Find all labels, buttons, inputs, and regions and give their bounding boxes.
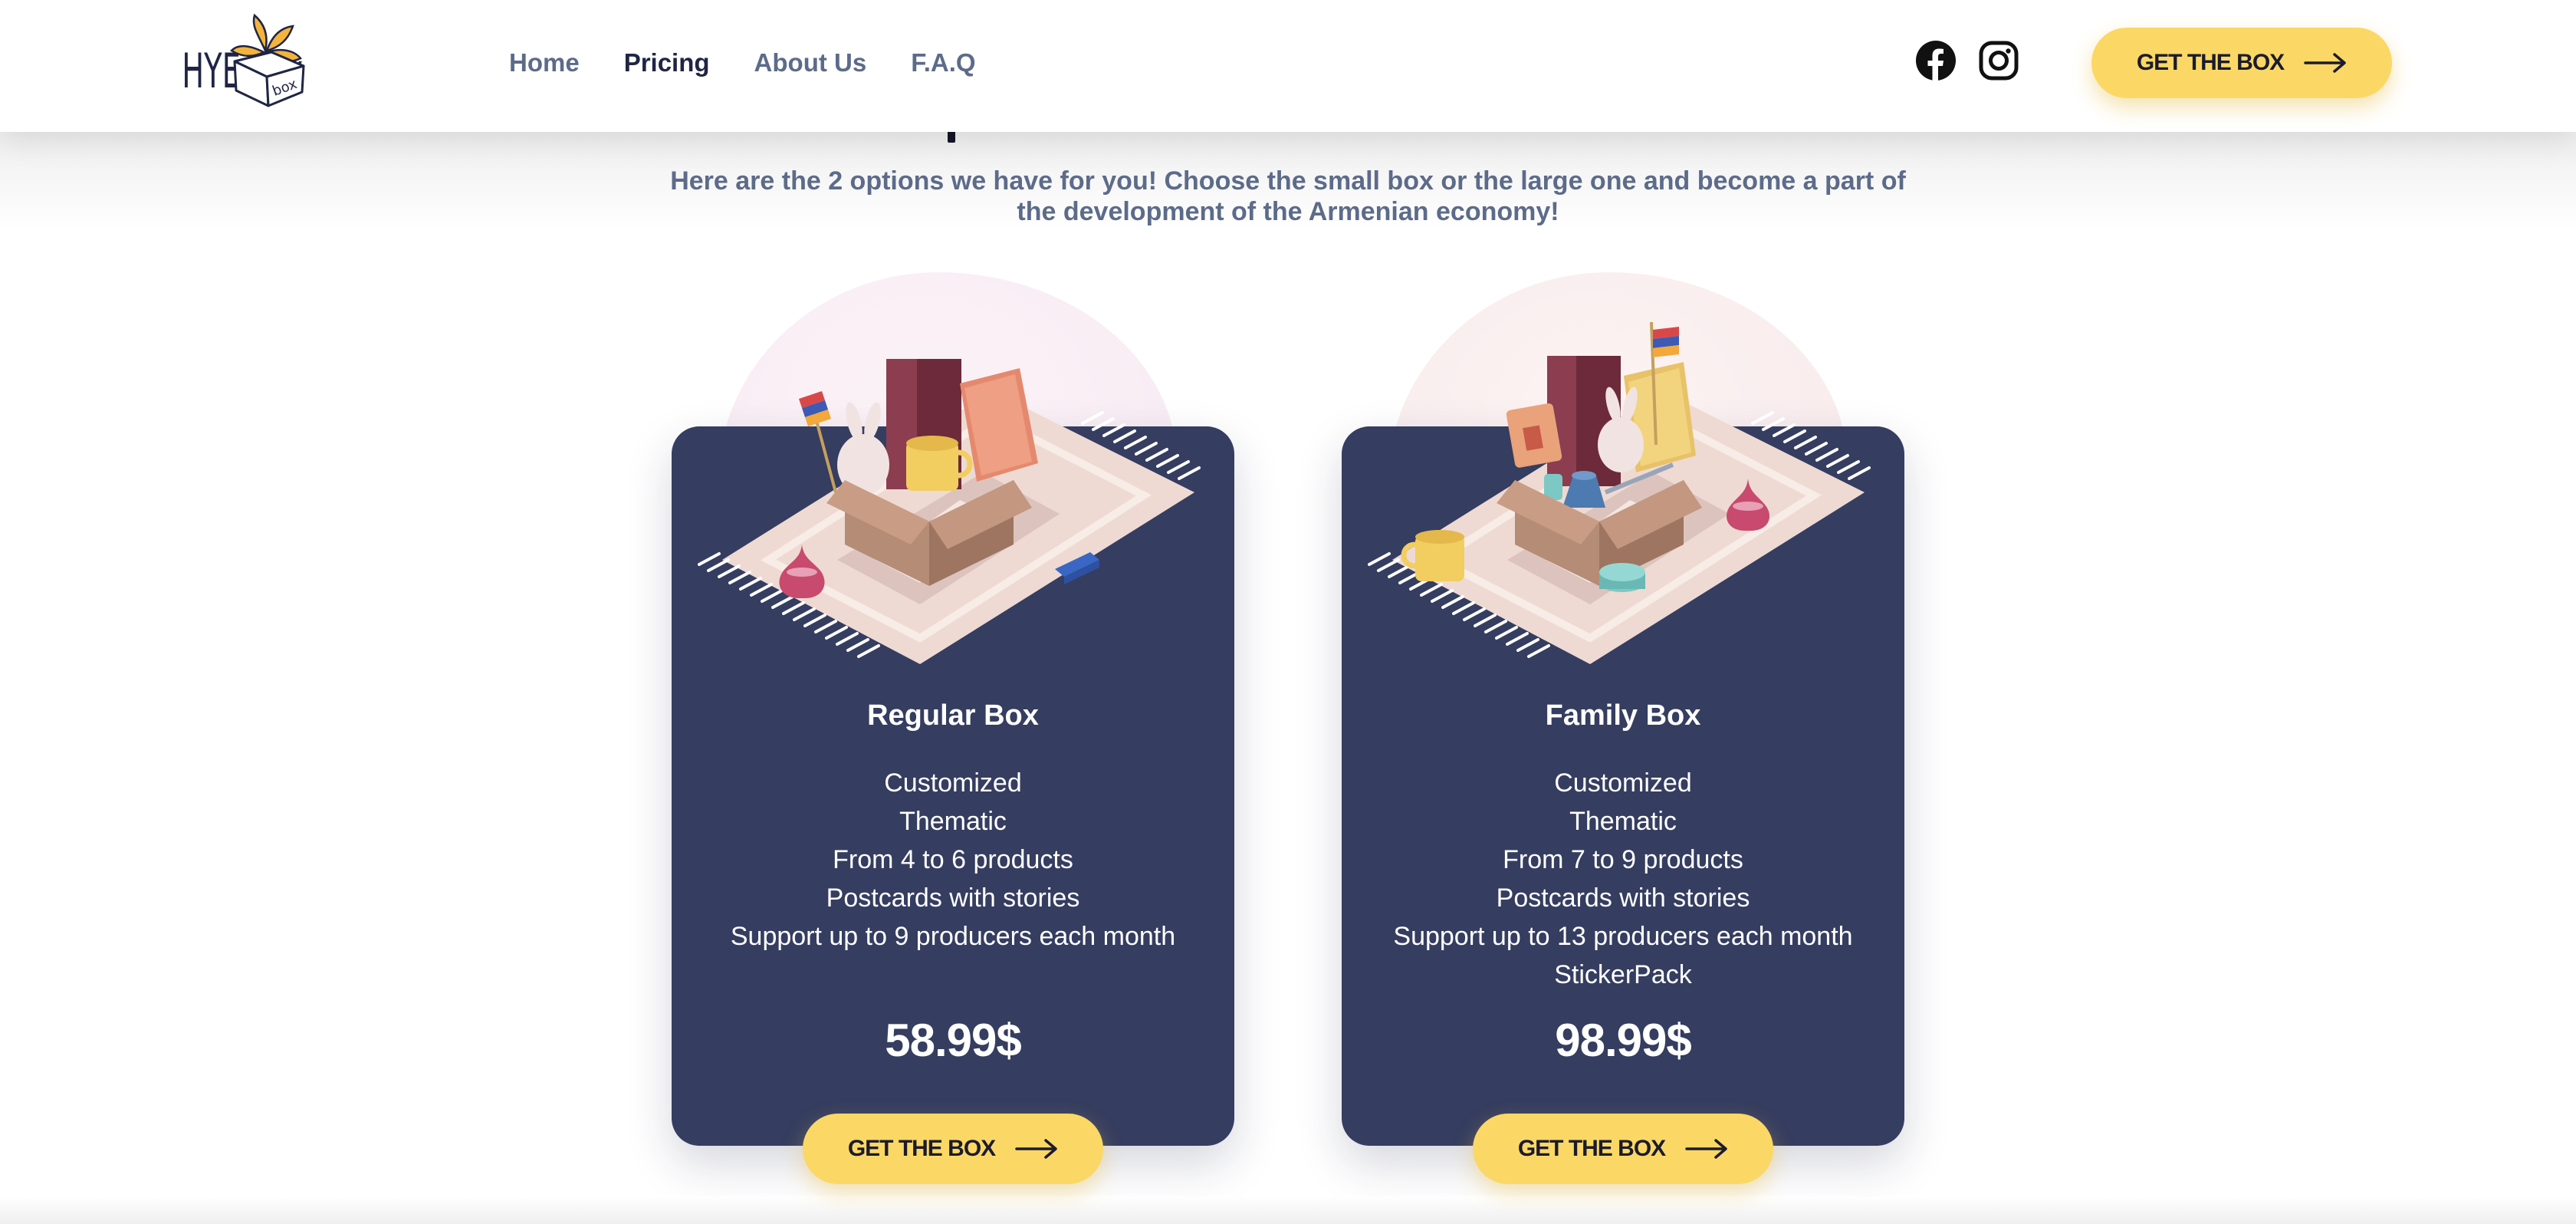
plan-feature: Thematic [1569,807,1677,836]
main-nav: Home Pricing About Us F.A.Q [509,44,976,81]
plan-price: 58.99$ [885,1015,1022,1066]
intro-line-2: the development of the Armenian economy! [1017,197,1559,226]
site-header: HYE box box Home Pricing About Us F.A.Q … [0,0,2576,132]
pricing-intro: Here are the 2 options we have for you! … [613,166,1963,227]
plan-feature-list: Customized Thematic From 4 to 6 products… [672,764,1234,956]
instagram-icon[interactable] [1978,40,2019,81]
family-box-get-the-box-button[interactable]: GET THE BOX [1473,1114,1773,1184]
header-get-the-box-button[interactable]: GET THE BOX [2091,28,2392,98]
plan-feature: Support up to 9 producers each month [730,922,1176,951]
family-box-illustration [1368,321,1871,664]
plan-title: Regular Box [867,699,1039,732]
plan-feature: Customized [884,768,1022,798]
nav-pricing[interactable]: Pricing [624,44,710,81]
plan-feature: Thematic [899,807,1007,836]
section-bottom-fade [0,1196,2576,1224]
regular-cta-label: GET THE BOX [847,1136,996,1161]
plan-feature: Postcards with stories [1496,883,1750,913]
plan-feature-list: Customized Thematic From 7 to 9 products… [1342,764,1904,994]
plan-title: Family Box [1545,699,1701,732]
family-cta-label: GET THE BOX [1517,1136,1666,1161]
facebook-icon[interactable] [1915,40,1957,81]
regular-box-get-the-box-button[interactable]: GET THE BOX [803,1114,1103,1184]
plan-feature: Customized [1554,768,1692,798]
plan-feature: From 7 to 9 products [1503,845,1743,874]
plan-feature: StickerPack [1554,960,1692,989]
plan-price: 98.99$ [1555,1015,1692,1066]
arrow-right-icon [1685,1139,1727,1159]
arrow-right-icon [2304,53,2346,73]
arrow-right-icon [1015,1139,1057,1159]
hye-box-logo[interactable]: HYE box box [181,11,310,109]
plan-feature: Postcards with stories [826,883,1080,913]
plan-feature: Support up to 13 producers each month [1393,922,1853,951]
nav-home[interactable]: Home [509,44,580,81]
header-cta-label: GET THE BOX [2136,50,2285,75]
regular-box-illustration [698,359,1201,664]
intro-line-1: Here are the 2 options we have for you! … [670,166,1906,196]
plan-feature: From 4 to 6 products [833,845,1073,874]
nav-about-us[interactable]: About Us [754,44,867,81]
nav-faq[interactable]: F.A.Q [911,44,975,81]
